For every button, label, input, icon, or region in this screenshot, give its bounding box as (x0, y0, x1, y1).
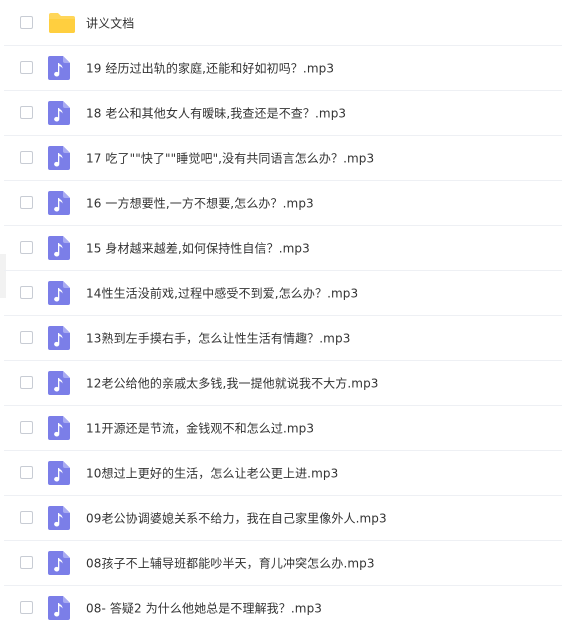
file-browser: 讲义文档 19 经历过出轨的家庭,还能和好如初吗？.mp3 18 老公和其他女人… (0, 0, 562, 630)
select-checkbox[interactable] (20, 286, 33, 299)
select-checkbox[interactable] (20, 61, 33, 74)
file-name[interactable]: 10想过上更好的生活，怎么让老公更上进.mp3 (86, 465, 338, 482)
file-name[interactable]: 14性生活没前戏,过程中感受不到爱,怎么办？.mp3 (86, 285, 358, 302)
file-name[interactable]: 19 经历过出轨的家庭,还能和好如初吗？.mp3 (86, 60, 334, 77)
select-checkbox[interactable] (20, 331, 33, 344)
list-item[interactable]: 08- 答疑2 为什么他她总是不理解我？.mp3 (4, 586, 562, 630)
list-item[interactable]: 14性生活没前戏,过程中感受不到爱,怎么办？.mp3 (4, 271, 562, 316)
file-name[interactable]: 讲义文档 (86, 14, 134, 31)
audio-file-icon (48, 191, 70, 215)
audio-file-icon (48, 146, 70, 170)
audio-file-icon (48, 551, 70, 575)
list-item[interactable]: 讲义文档 (4, 0, 562, 46)
list-item[interactable]: 11开源还是节流，金钱观不和怎么过.mp3 (4, 406, 562, 451)
audio-file-icon (48, 461, 70, 485)
list-item[interactable]: 15 身材越来越差,如何保持性自信？.mp3 (4, 226, 562, 271)
audio-file-icon (48, 371, 70, 395)
select-checkbox[interactable] (20, 15, 33, 29)
select-checkbox[interactable] (20, 556, 33, 569)
list-item[interactable]: 10想过上更好的生活，怎么让老公更上进.mp3 (4, 451, 562, 496)
file-name[interactable]: 18 老公和其他女人有暧昧,我查还是不查？.mp3 (86, 105, 346, 122)
list-item[interactable]: 08孩子不上辅导班都能吵半天，育儿冲突怎么办.mp3 (4, 541, 562, 586)
list-item[interactable]: 09老公协调婆媳关系不给力，我在自己家里像外人.mp3 (4, 496, 562, 541)
list-item[interactable]: 18 老公和其他女人有暧昧,我查还是不查？.mp3 (4, 91, 562, 136)
audio-file-icon (48, 236, 70, 260)
audio-file-icon (48, 416, 70, 440)
file-name[interactable]: 08- 答疑2 为什么他她总是不理解我？.mp3 (86, 600, 322, 617)
select-checkbox[interactable] (20, 376, 33, 389)
file-name[interactable]: 15 身材越来越差,如何保持性自信？.mp3 (86, 240, 310, 257)
list-item[interactable]: 13熟到左手摸右手，怎么让性生活有情趣？.mp3 (4, 316, 562, 361)
audio-file-icon (48, 326, 70, 350)
select-checkbox[interactable] (20, 151, 33, 164)
audio-file-icon (48, 506, 70, 530)
list-item[interactable]: 12老公给他的亲戚太多钱,我一提他就说我不大方.mp3 (4, 361, 562, 406)
audio-file-icon (48, 101, 70, 125)
file-name[interactable]: 17 吃了""快了""睡觉吧",没有共同语言怎么办？.mp3 (86, 150, 374, 167)
folder-icon (48, 12, 76, 34)
list-item[interactable]: 17 吃了""快了""睡觉吧",没有共同语言怎么办？.mp3 (4, 136, 562, 181)
select-checkbox[interactable] (20, 421, 33, 434)
file-name[interactable]: 12老公给他的亲戚太多钱,我一提他就说我不大方.mp3 (86, 375, 379, 392)
audio-file-icon (48, 596, 70, 620)
file-name[interactable]: 08孩子不上辅导班都能吵半天，育儿冲突怎么办.mp3 (86, 555, 375, 572)
file-name[interactable]: 13熟到左手摸右手，怎么让性生活有情趣？.mp3 (86, 330, 350, 347)
audio-file-icon (48, 281, 70, 305)
select-checkbox[interactable] (20, 196, 33, 209)
file-name[interactable]: 16 一方想要性,一方不想要,怎么办？.mp3 (86, 195, 314, 212)
select-checkbox[interactable] (20, 106, 33, 119)
file-name[interactable]: 11开源还是节流，金钱观不和怎么过.mp3 (86, 420, 314, 437)
select-checkbox[interactable] (20, 466, 33, 479)
select-checkbox[interactable] (20, 511, 33, 524)
audio-file-icon (48, 56, 70, 80)
select-checkbox[interactable] (20, 601, 33, 614)
file-name[interactable]: 09老公协调婆媳关系不给力，我在自己家里像外人.mp3 (86, 510, 387, 527)
list-item[interactable]: 16 一方想要性,一方不想要,怎么办？.mp3 (4, 181, 562, 226)
file-list: 讲义文档 19 经历过出轨的家庭,还能和好如初吗？.mp3 18 老公和其他女人… (0, 0, 562, 630)
list-item[interactable]: 19 经历过出轨的家庭,还能和好如初吗？.mp3 (4, 46, 562, 91)
select-checkbox[interactable] (20, 241, 33, 254)
